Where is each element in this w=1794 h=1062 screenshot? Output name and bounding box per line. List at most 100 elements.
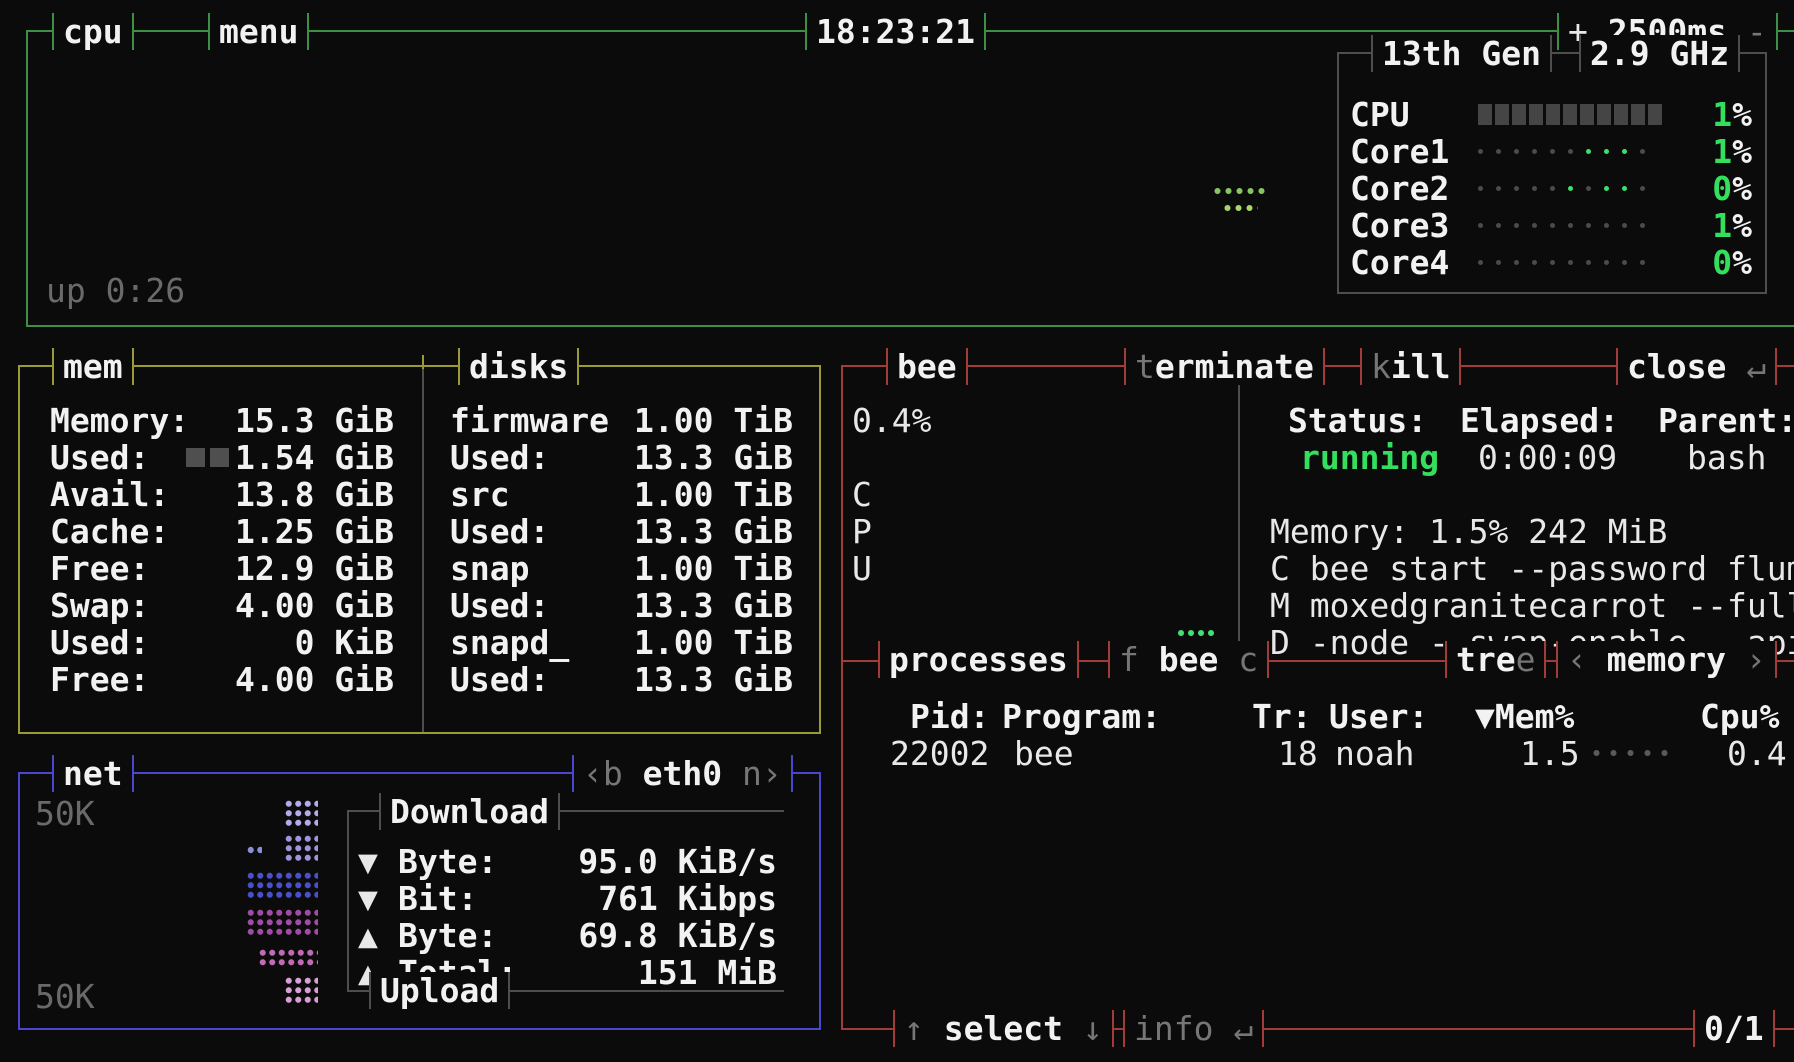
sort-column-selector[interactable]: ‹ memory ›: [1556, 641, 1777, 678]
download-arrow-icon: ▼: [358, 843, 378, 880]
detail-memory: Memory: 1.5% 242 MiB: [1270, 513, 1667, 550]
interface-name: eth0: [643, 754, 722, 793]
upload-title: Upload: [369, 972, 510, 1009]
net-graph-dots: [246, 908, 318, 938]
mem-row-label: Cache:: [50, 513, 169, 550]
select-control[interactable]: ↑ select ↓: [893, 1010, 1114, 1047]
cpu-graph-dots: [1212, 186, 1268, 196]
tree-toggle[interactable]: tree: [1445, 641, 1546, 678]
mem-row-label: Used:: [50, 439, 149, 476]
cpu-graph-dots: [1222, 203, 1258, 213]
mem-used-meter: [186, 448, 230, 467]
network-panel: net ‹b eth0 n› 50K 50K Download Upload ▼…: [18, 772, 821, 1030]
status-label: Status:: [1288, 402, 1427, 439]
detail-cpu-percent: 0.4%: [852, 402, 931, 439]
net-stats-subpanel: Download Upload ▼ Byte: 95.0 KiB/s ▼ Bit…: [347, 810, 784, 992]
next-interface-button[interactable]: n›: [722, 754, 782, 793]
mem-row-value: 4.00 GiB: [235, 661, 394, 698]
process-list-title: processes: [878, 641, 1079, 678]
disk-row-value: 1.00 TiB: [634, 550, 793, 587]
detail-cmdline: C bee start --password flum: [1270, 550, 1794, 587]
core-label: Core1: [1350, 133, 1449, 170]
kill-button[interactable]: kill: [1360, 348, 1461, 385]
mem-row-label: Memory:: [50, 402, 189, 439]
net-scale-bottom: 50K: [35, 978, 95, 1015]
cpu-total-meter: [1478, 104, 1663, 125]
close-button[interactable]: close ↵: [1616, 348, 1777, 385]
net-row-label: Byte:: [398, 917, 497, 954]
core-value: 1%: [1712, 133, 1752, 170]
process-panel: bee terminate kill close ↵ 0.4% C P U St…: [841, 365, 1794, 1030]
net-scale-top: 50K: [35, 795, 95, 832]
core-meter: [1478, 133, 1645, 170]
info-button[interactable]: info ↵: [1123, 1010, 1264, 1047]
terminate-button[interactable]: terminate: [1124, 348, 1325, 385]
process-graph-placeholder-dots: [1588, 748, 1668, 758]
mem-panel-title: mem: [52, 348, 134, 385]
mem-row-value: 0 KiB: [295, 624, 394, 661]
process-cpu: 0.4: [1727, 735, 1787, 772]
uptime: up 0:26: [46, 272, 185, 309]
enter-icon: ↵: [1746, 347, 1766, 386]
net-graph-dots: [284, 834, 318, 863]
clock: 18:23:21: [805, 13, 986, 50]
disk-row-value: 13.3 GiB: [634, 661, 793, 698]
net-row-value: 151 MiB: [638, 954, 777, 991]
disk-row-value: 13.3 GiB: [634, 587, 793, 624]
sort-prev-icon[interactable]: ‹: [1567, 640, 1607, 679]
disk-row-label: Used:: [450, 513, 549, 550]
status-value: running: [1300, 439, 1439, 476]
mem-row-value: 15.3 GiB: [235, 402, 394, 439]
up-arrow-icon[interactable]: ↑: [904, 1009, 944, 1048]
cpu-panel-title: cpu: [52, 13, 134, 50]
mem-row-label: Used:: [50, 624, 149, 661]
core-label: Core2: [1350, 170, 1449, 207]
col-header-program: Program:: [1002, 698, 1161, 735]
net-panel-title: net: [52, 755, 134, 792]
disk-row-value: 1.00 TiB: [634, 476, 793, 513]
core-value: 0%: [1712, 244, 1752, 281]
sort-indicator-icon: ▼: [1475, 697, 1495, 736]
net-row-value: 69.8 KiB/s: [578, 917, 777, 954]
filter-control[interactable]: f bee c: [1108, 641, 1269, 678]
core-meter: [1478, 207, 1645, 244]
core-meter: [1478, 170, 1645, 207]
prev-interface-button[interactable]: ‹b: [583, 754, 643, 793]
process-program: bee: [1014, 735, 1074, 772]
filter-text: bee: [1139, 640, 1238, 679]
disk-row-label: snap: [450, 550, 529, 587]
disk-row-label: snapd_: [450, 624, 569, 661]
process-pid: 22002: [890, 735, 989, 772]
cpu-total-value: 1%: [1712, 96, 1752, 133]
parent-label: Parent:: [1658, 402, 1794, 439]
mem-row-label: Free:: [50, 661, 149, 698]
mem-row-label: Free:: [50, 550, 149, 587]
mem-row-value: 13.8 GiB: [235, 476, 394, 513]
col-header-threads: Tr:: [1252, 698, 1312, 735]
process-cpu-graph-dots: [1176, 628, 1216, 638]
col-header-mem: ▼Mem%: [1475, 698, 1574, 735]
disk-row-label: Used:: [450, 439, 549, 476]
cpu-model: 13th Gen: [1371, 35, 1552, 72]
core-label: Core4: [1350, 244, 1449, 281]
net-row-value: 95.0 KiB/s: [578, 843, 777, 880]
sort-next-icon[interactable]: ›: [1726, 640, 1766, 679]
cpu-total-label: CPU: [1350, 96, 1410, 133]
filter-clear-button[interactable]: c: [1238, 640, 1258, 679]
selected-process-title: bee: [886, 348, 968, 385]
cpu-frequency: 2.9 GHz: [1579, 35, 1740, 72]
cpu-axis-label: U: [852, 550, 872, 587]
col-header-cpu: Cpu%: [1700, 698, 1779, 735]
disk-row-label: Used:: [450, 661, 549, 698]
mem-row-label: Swap:: [50, 587, 149, 624]
down-arrow-icon[interactable]: ↓: [1063, 1009, 1103, 1048]
menu-button[interactable]: menu: [208, 13, 309, 50]
parent-value: bash: [1687, 439, 1766, 476]
download-title: Download: [379, 793, 560, 830]
disk-row-value: 1.00 TiB: [634, 402, 793, 439]
core-value: 0%: [1712, 170, 1752, 207]
process-threads: 18: [1278, 735, 1318, 772]
download-arrow-icon: ▼: [358, 880, 378, 917]
cpu-axis-label: C: [852, 476, 872, 513]
core-meter: [1478, 244, 1645, 281]
